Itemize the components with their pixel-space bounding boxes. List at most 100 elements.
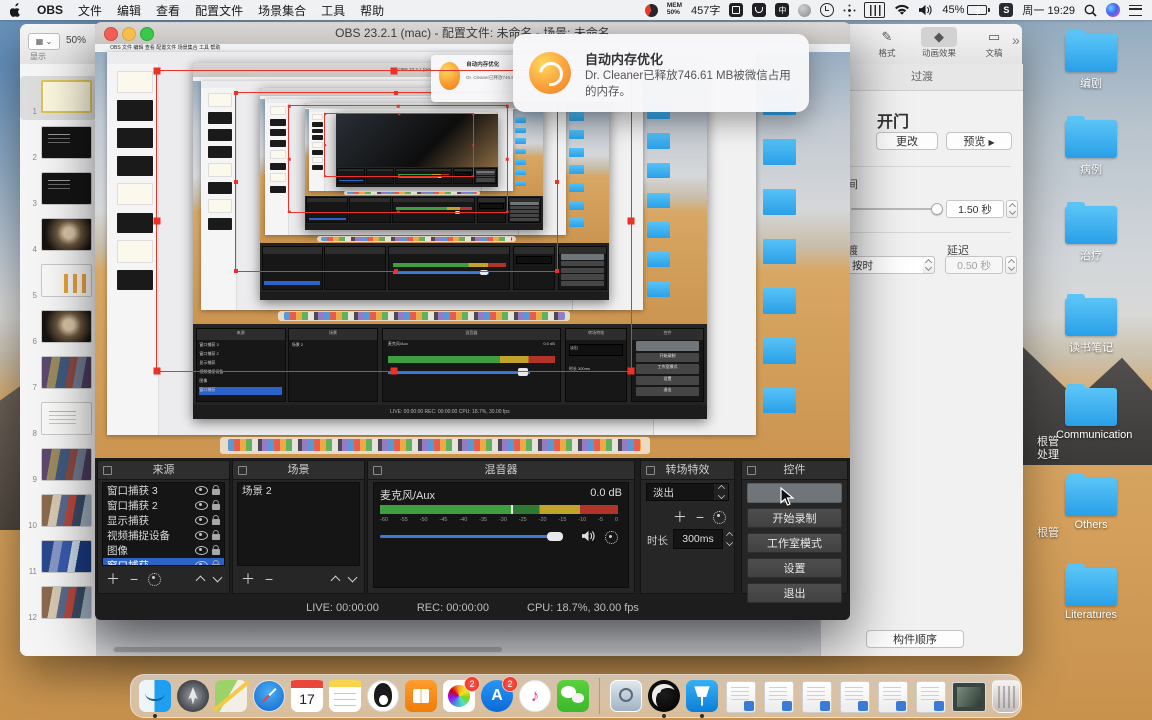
memory-indicator[interactable]: MEM 50% bbox=[667, 2, 682, 17]
spotlight-icon[interactable] bbox=[1084, 4, 1097, 17]
desktop-folder[interactable]: Communication bbox=[1056, 384, 1132, 441]
visibility-eye-icon[interactable] bbox=[195, 531, 208, 540]
slide-thumbnail-row[interactable]: 9 bbox=[20, 444, 96, 488]
speaker-icon[interactable] bbox=[582, 529, 596, 547]
notification-center-icon[interactable] bbox=[1129, 4, 1142, 16]
slide-thumbnail[interactable] bbox=[41, 264, 92, 297]
visibility-eye-icon[interactable] bbox=[195, 516, 208, 525]
controls-panel-title[interactable]: 控件 bbox=[742, 461, 847, 480]
duration-stepper[interactable] bbox=[1006, 200, 1018, 218]
dock-item-app-store[interactable]: 2 bbox=[481, 676, 518, 712]
scenes-panel-title[interactable]: 场景 bbox=[233, 461, 364, 480]
slide-thumbnail-row[interactable]: 10 bbox=[20, 490, 96, 534]
dock-item-minimized-doc-2[interactable] bbox=[762, 680, 794, 713]
delay-stepper[interactable] bbox=[1005, 256, 1017, 274]
duration-spinner[interactable] bbox=[723, 529, 735, 549]
wifi-icon[interactable] bbox=[894, 4, 910, 16]
horizontal-scrollbar[interactable] bbox=[112, 646, 802, 653]
dock-item-trash[interactable] bbox=[990, 680, 1022, 713]
studio-mode-button[interactable]: 工作室模式 bbox=[747, 533, 842, 553]
display-icon[interactable] bbox=[864, 2, 886, 18]
change-transition-button[interactable]: 更改 bbox=[876, 132, 938, 150]
dock-item-wechat[interactable] bbox=[557, 680, 589, 712]
slide-thumbnail-row[interactable]: 7 bbox=[20, 352, 96, 396]
dock-item-keynote[interactable] bbox=[686, 680, 718, 718]
dock-item-maps[interactable] bbox=[215, 680, 247, 712]
source-row[interactable]: 图像 bbox=[103, 543, 224, 558]
desktop-folder[interactable]: 编剧 bbox=[1056, 30, 1126, 91]
phone-app-icon[interactable] bbox=[752, 3, 767, 17]
transitions-panel-title[interactable]: 转场特效 bbox=[641, 461, 734, 480]
dropdown-stepper-icon[interactable] bbox=[714, 484, 728, 500]
preview-transition-button[interactable]: 预览 ▶ bbox=[946, 132, 1012, 150]
visibility-eye-icon[interactable] bbox=[195, 546, 208, 555]
add-source-button[interactable]: ＋ bbox=[106, 569, 120, 589]
desktop-folder[interactable]: 治疗 bbox=[1056, 202, 1126, 263]
menu-app-name[interactable]: OBS bbox=[37, 3, 63, 17]
dock-item-books[interactable] bbox=[405, 680, 437, 712]
gray-status-icon[interactable] bbox=[798, 3, 812, 17]
slide-thumbnail[interactable] bbox=[41, 356, 92, 389]
dock-item-photos[interactable]: 2 bbox=[443, 676, 480, 712]
lock-icon[interactable] bbox=[212, 504, 220, 510]
transition-properties-icon[interactable] bbox=[713, 510, 726, 524]
fan-icon[interactable] bbox=[843, 4, 855, 16]
keynote-tab-format[interactable]: ✎ 格式 bbox=[863, 27, 911, 59]
source-row[interactable]: 视频捕捉设备 bbox=[103, 528, 224, 543]
desktop-folder[interactable]: 病例 bbox=[1056, 116, 1126, 177]
menu-item-profile[interactable]: 配置文件 bbox=[195, 2, 243, 19]
move-source-up-icon[interactable] bbox=[195, 575, 206, 586]
slide-thumbnail-row[interactable]: 1 bbox=[20, 76, 96, 120]
slide-thumbnail-row[interactable]: 12 bbox=[20, 582, 96, 626]
source-row[interactable]: 显示捕获 bbox=[103, 513, 224, 528]
dock-item-launchpad[interactable] bbox=[177, 680, 209, 712]
slide-thumbnail[interactable] bbox=[41, 448, 92, 481]
slide-thumbnail[interactable] bbox=[41, 80, 92, 113]
dock-item-notes[interactable] bbox=[329, 680, 361, 712]
menu-clock[interactable]: 周一 19:29 bbox=[1022, 2, 1075, 18]
notification-banner[interactable]: 自动内存优化 Dr. Cleaner已释放746.61 MB被微信占用的内存。 bbox=[513, 34, 809, 112]
toolbar-overflow-icon[interactable]: » bbox=[1012, 32, 1020, 48]
slide-thumbnail[interactable] bbox=[41, 172, 92, 205]
slide-thumbnail-row[interactable]: 11 bbox=[20, 536, 96, 580]
dock-item-calendar[interactable]: 17 bbox=[291, 680, 323, 712]
folder-label-partial-2[interactable]: 根管 bbox=[1028, 527, 1068, 540]
slide-thumbnail[interactable] bbox=[41, 218, 92, 251]
slide-thumbnail-row[interactable]: 4 bbox=[20, 214, 96, 258]
volume-slider-handle[interactable] bbox=[546, 532, 563, 541]
delay-value-field[interactable]: 0.50 秒 bbox=[945, 256, 1003, 274]
keynote-view-button[interactable]: ▦ ⌄ bbox=[28, 33, 60, 50]
remove-transition-button[interactable]: − bbox=[696, 509, 704, 525]
add-transition-button[interactable]: ＋ bbox=[673, 507, 687, 527]
menu-item-scene-collection[interactable]: 场景集合 bbox=[258, 2, 306, 19]
remove-source-button[interactable]: − bbox=[130, 571, 138, 587]
visibility-eye-icon[interactable] bbox=[195, 561, 208, 565]
menu-item-help[interactable]: 帮助 bbox=[360, 2, 384, 19]
proxy-app-icon[interactable]: S bbox=[999, 3, 1014, 17]
apple-menu-icon[interactable] bbox=[10, 3, 22, 17]
dock-item-finder[interactable] bbox=[139, 680, 171, 718]
chinese-input-icon[interactable]: 中 bbox=[775, 3, 790, 17]
build-order-button[interactable]: 构件顺序 bbox=[866, 630, 964, 648]
sources-panel-title[interactable]: 来源 bbox=[98, 461, 229, 480]
source-properties-icon[interactable] bbox=[148, 572, 162, 586]
slide-thumbnail[interactable] bbox=[41, 540, 92, 573]
slide-thumbnail-row[interactable]: 8 bbox=[20, 398, 96, 442]
duration-value-field[interactable]: 1.50 秒 bbox=[946, 200, 1004, 218]
slide-thumbnail-row[interactable]: 3 bbox=[20, 168, 96, 212]
remove-scene-button[interactable]: − bbox=[265, 571, 273, 587]
settings-button[interactable]: 设置 bbox=[747, 558, 842, 578]
lock-icon[interactable] bbox=[212, 564, 220, 565]
mixer-panel-title[interactable]: 混音器 bbox=[368, 461, 634, 480]
keynote-zoom-level[interactable]: 50% bbox=[66, 35, 86, 46]
lock-icon[interactable] bbox=[212, 549, 220, 555]
time-machine-icon[interactable] bbox=[820, 3, 835, 17]
visibility-eye-icon[interactable] bbox=[195, 501, 208, 510]
slide-thumbnail[interactable] bbox=[41, 494, 92, 527]
menu-item-tools[interactable]: 工具 bbox=[321, 2, 345, 19]
siri-icon[interactable] bbox=[1106, 3, 1120, 17]
keynote-tab-animate[interactable]: ◆ 动画效果 bbox=[915, 27, 963, 59]
desktop-folder[interactable]: Literatures bbox=[1056, 564, 1126, 621]
desktop-folder[interactable]: 读书笔记 bbox=[1056, 294, 1126, 355]
lock-icon[interactable] bbox=[212, 489, 220, 495]
